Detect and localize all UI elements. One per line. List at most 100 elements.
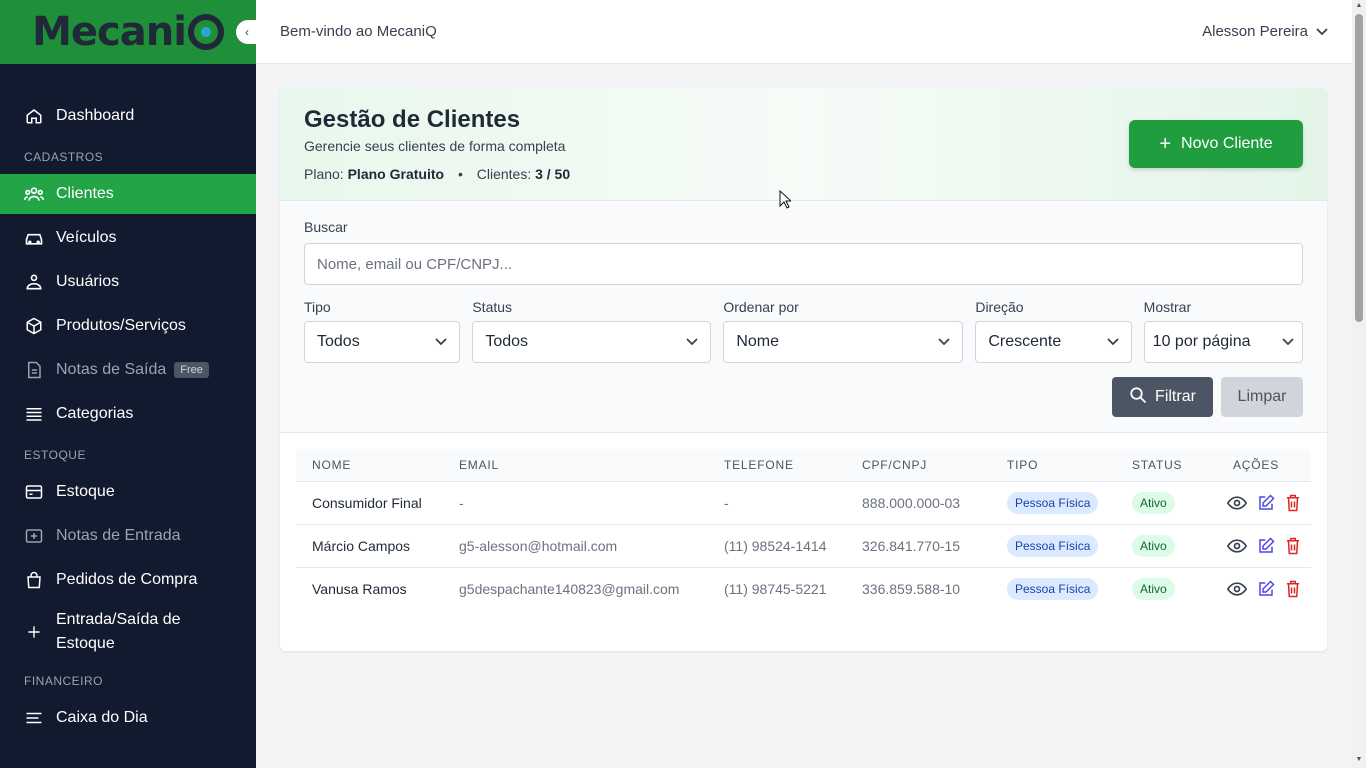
new-client-button[interactable]: + Novo Cliente — [1129, 120, 1303, 168]
page-scrollbar[interactable]: ▲ ▼ — [1352, 0, 1366, 768]
sidebar: Mecani ‹ Dashboard CADASTROS Clientes Ve… — [0, 0, 256, 768]
plan-info: Plano: Plano Gratuito • Clientes: 3 / 50 — [304, 166, 1303, 182]
chevron-down-icon — [1316, 23, 1328, 40]
col-tipo[interactable]: TIPO — [991, 449, 1116, 481]
delete-trash-icon[interactable] — [1285, 537, 1301, 555]
edit-icon[interactable] — [1257, 493, 1275, 512]
sidebar-item-label: Notas de Entrada — [56, 527, 181, 544]
tipo-badge: Pessoa Física — [1007, 534, 1099, 557]
logo-text: Mecani — [32, 9, 187, 55]
chevron-down-icon — [686, 333, 698, 351]
cell-email: - — [443, 480, 708, 524]
lines-icon — [24, 708, 44, 728]
col-status[interactable]: STATUS — [1116, 449, 1201, 481]
collapse-sidebar-button[interactable]: ‹ — [236, 20, 256, 44]
col-email[interactable]: EMAIL — [443, 449, 708, 481]
car-icon — [24, 228, 44, 248]
chevron-left-icon: ‹ — [245, 25, 249, 39]
status-select-value: Todos — [485, 333, 529, 350]
cell-acoes — [1201, 566, 1311, 610]
edit-icon[interactable] — [1257, 580, 1275, 598]
filter-tipo: Tipo Todos — [304, 299, 461, 363]
plan-label: Plano: — [304, 166, 344, 182]
edit-icon[interactable] — [1257, 536, 1275, 555]
cell-nome: Consumidor Final — [296, 480, 443, 524]
cell-telefone: (11) 98745-5221 — [708, 566, 846, 610]
sidebar-item-label: Notas de Saída — [56, 361, 167, 378]
sidebar-item-usuarios[interactable]: Usuários — [0, 262, 256, 302]
meta-separator: • — [457, 166, 463, 182]
direction-select-value: Crescente — [988, 333, 1062, 350]
clients-count-value: 3 / 50 — [535, 166, 571, 182]
delete-trash-icon[interactable] — [1285, 580, 1301, 598]
search-input[interactable]: Nome, email ou CPF/CNPJ... — [304, 243, 1303, 285]
sidebar-nav: Dashboard CADASTROS Clientes Veículos Us… — [0, 64, 256, 738]
logo-q-mark — [187, 14, 224, 50]
view-eye-icon[interactable] — [1227, 495, 1247, 510]
welcome-text: Bem-vindo ao MecaniQ — [280, 23, 437, 40]
tipo-select-value: Todos — [317, 333, 360, 350]
table-row: Márcio Campos g5-alesson@hotmail.com (11… — [296, 523, 1311, 567]
card-icon — [24, 482, 44, 502]
view-eye-icon[interactable] — [1227, 538, 1247, 553]
sort-by-select-value: Nome — [736, 333, 780, 350]
cell-cpf: 326.841.770-15 — [846, 523, 991, 567]
cell-tipo: Pessoa Física — [991, 480, 1116, 524]
search-icon — [1129, 386, 1147, 409]
filter-button[interactable]: Filtrar — [1112, 377, 1213, 417]
filter-status: Status Todos — [472, 299, 712, 363]
view-eye-icon[interactable] — [1227, 582, 1247, 596]
box-icon — [24, 316, 44, 336]
col-nome[interactable]: NOME — [296, 449, 443, 481]
sidebar-item-notas-de-saida[interactable]: Notas de Saída Free — [0, 350, 256, 390]
sidebar-item-label: Estoque — [56, 483, 115, 500]
filter-direcao-label: Direção — [975, 299, 1024, 315]
col-cpf-cnpj[interactable]: CPF/CNPJ — [846, 449, 991, 481]
free-badge: Free — [174, 362, 209, 378]
sidebar-item-label: Usuários — [56, 273, 120, 290]
direction-select[interactable]: Crescente — [975, 321, 1132, 363]
sidebar-item-estoque[interactable]: Estoque — [0, 472, 256, 512]
cell-tipo: Pessoa Física — [991, 523, 1116, 567]
cell-status: Ativo — [1116, 480, 1201, 524]
sidebar-item-entrada-saida-estoque[interactable]: Entrada/Saída de Estoque — [0, 604, 256, 660]
col-telefone[interactable]: TELEFONE — [708, 449, 846, 481]
sidebar-item-categorias[interactable]: Categorias — [0, 394, 256, 434]
delete-trash-icon[interactable] — [1285, 494, 1301, 512]
sidebar-item-notas-de-entrada[interactable]: Notas de Entrada — [0, 516, 256, 556]
table-header-row: NOME EMAIL TELEFONE CPF/CNPJ TIPO STATUS… — [296, 449, 1311, 481]
sort-by-select[interactable]: Nome — [723, 321, 964, 363]
mecaniq-logo[interactable]: Mecani — [32, 9, 224, 55]
sidebar-item-label: Dashboard — [56, 107, 135, 124]
clients-table: NOME EMAIL TELEFONE CPF/CNPJ TIPO STATUS… — [296, 449, 1311, 610]
filter-buttons: Filtrar Limpar — [1112, 377, 1303, 417]
cell-cpf: 888.000.000-03 — [846, 480, 991, 524]
sidebar-item-dashboard[interactable]: Dashboard — [0, 96, 256, 136]
new-client-label: Novo Cliente — [1181, 135, 1273, 152]
sidebar-item-caixa-do-dia[interactable]: Caixa do Dia — [0, 698, 256, 738]
sidebar-item-veiculos[interactable]: Veículos — [0, 218, 256, 258]
cell-status: Ativo — [1116, 523, 1201, 567]
status-select[interactable]: Todos — [472, 321, 712, 363]
chevron-down-icon — [1107, 333, 1119, 351]
cell-acoes — [1201, 523, 1311, 567]
scrollbar-thumb[interactable] — [1355, 14, 1363, 322]
page-size-select[interactable]: 10 por página — [1143, 321, 1303, 363]
nav-section-financeiro: FINANCEIRO — [24, 674, 104, 688]
users-icon — [24, 184, 44, 204]
bag-icon — [24, 570, 44, 590]
cell-email: g5despachante140823@gmail.com — [443, 566, 708, 610]
sidebar-item-clientes[interactable]: Clientes — [0, 174, 256, 214]
clients-count-label: Clientes: — [476, 166, 532, 182]
sidebar-item-produtos-servicos[interactable]: Produtos/Serviços — [0, 306, 256, 346]
tipo-select[interactable]: Todos — [304, 321, 461, 363]
filter-direcao: Direção Crescente — [975, 299, 1132, 363]
scroll-down-arrow-icon[interactable]: ▼ — [1355, 756, 1363, 764]
scroll-up-arrow-icon[interactable]: ▲ — [1355, 2, 1363, 10]
filter-mostrar: Mostrar 10 por página — [1143, 299, 1303, 363]
clear-button[interactable]: Limpar — [1221, 377, 1303, 417]
sidebar-item-label: Caixa do Dia — [56, 709, 148, 726]
user-menu[interactable]: Alesson Pereira — [1202, 23, 1328, 40]
clear-button-label: Limpar — [1237, 388, 1287, 405]
sidebar-item-pedidos-de-compra[interactable]: Pedidos de Compra — [0, 560, 256, 600]
